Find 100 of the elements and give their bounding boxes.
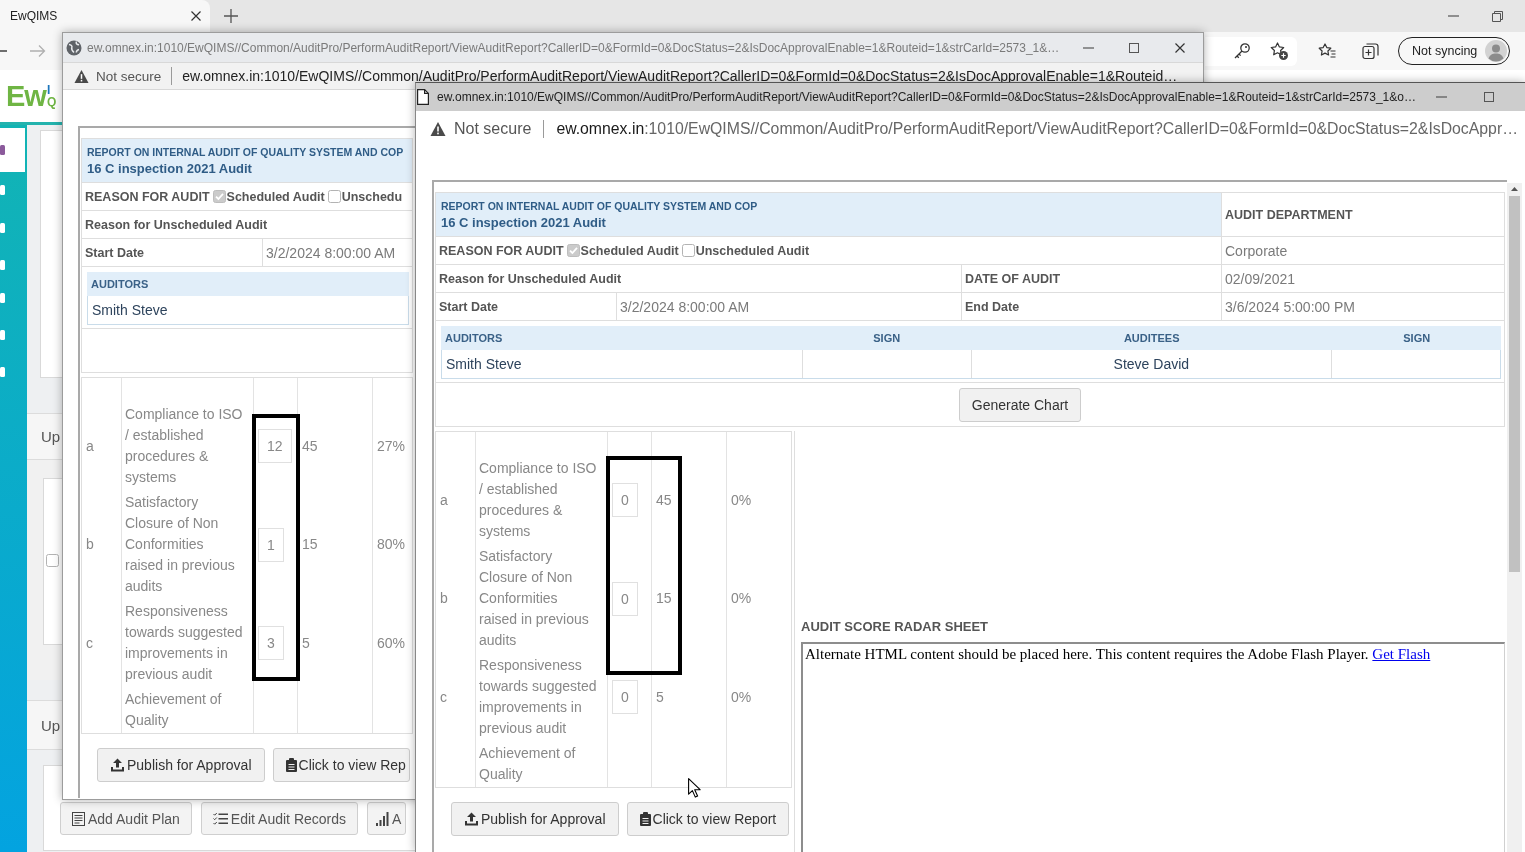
field-label: Start Date: [85, 245, 145, 260]
maximize-icon[interactable]: [1484, 92, 1494, 102]
field-value: 3/2/2024 8:00:00 AM: [266, 244, 396, 261]
menu-glyph-icon[interactable]: [0, 330, 5, 340]
criterion-text: Satisfactory Closure of Non Conformities raised in previous audits: [125, 493, 236, 596]
score-percent: 80%: [377, 535, 406, 554]
score-input[interactable]: 0: [612, 483, 638, 517]
radar-title: AUDIT SCORE RADAR SHEET: [801, 619, 990, 634]
field-value: Corporate: [1225, 242, 1288, 259]
row-letter: b: [440, 589, 448, 608]
score-input[interactable]: 0: [612, 680, 638, 714]
criterion-text: Compliance to ISO / established procedures & systems: [479, 459, 598, 541]
section-title: Up: [41, 428, 61, 445]
new-tab-icon[interactable]: [224, 9, 238, 23]
audit-title: 16 C inspection 2021 Audit: [441, 214, 606, 230]
score-percent: 0%: [731, 687, 752, 707]
view-report-button[interactable]: Click to view Report: [626, 802, 790, 836]
generate-chart-button[interactable]: Generate Chart: [958, 387, 1082, 422]
scroll-up-icon[interactable]: [1511, 187, 1518, 191]
checkbox-label: Scheduled Audit: [580, 243, 679, 258]
max-score: 15: [656, 589, 672, 608]
menu-glyph-icon[interactable]: [0, 293, 5, 303]
checkbox[interactable]: [327, 190, 341, 203]
minimize-icon[interactable]: [1435, 96, 1447, 98]
avatar-icon[interactable]: [1485, 40, 1507, 62]
menu-glyph-icon[interactable]: [0, 145, 5, 155]
person-name: Smith Steve: [446, 356, 522, 372]
globe-icon: [66, 39, 82, 56]
close-icon[interactable]: [191, 11, 201, 21]
row-letter: a: [86, 436, 94, 456]
checkbox[interactable]: [46, 554, 59, 567]
clipboard-icon: [285, 758, 297, 772]
checkbox-label: Unschedu: [341, 189, 403, 204]
minimize-icon[interactable]: [1447, 15, 1459, 17]
max-score: 5: [656, 687, 664, 707]
score-input[interactable]: 0: [612, 581, 638, 616]
chart-button[interactable]: A: [367, 802, 407, 835]
url-text[interactable]: ew.omnex.in:1010/EwQIMS//Common/AuditPro/PerformAuditReport/ViewAuditReport?CallerID=0&FormId=0&DocStatus=2&IsDocApprovalEnable=1&Routeid…: [182, 68, 1178, 84]
checkbox-label: Scheduled Audit: [226, 189, 325, 204]
add-audit-plan-button[interactable]: Add Audit Plan: [60, 802, 192, 835]
column-header: AUDITORS: [445, 332, 503, 344]
field-value: 02/09/2021: [1225, 270, 1296, 287]
restore-icon[interactable]: [1491, 10, 1503, 22]
score-percent: 0%: [731, 490, 752, 510]
publish-button[interactable]: Publish for Approval: [451, 802, 619, 836]
report-heading: REPORT ON INTERNAL AUDIT OF QUALITY SYSTEM AND COP: [87, 145, 404, 158]
forward-arrow-icon[interactable]: [30, 44, 46, 58]
warning-icon: [430, 120, 446, 137]
fallback-message: Alternate HTML content should be placed here. This content requires the Adobe Flash Player. Get Flash: [805, 646, 1432, 663]
maximize-icon[interactable]: [1129, 42, 1139, 53]
score-percent: 60%: [377, 633, 406, 653]
field-label: REASON FOR AUDIT: [85, 189, 210, 204]
star-plus-icon[interactable]: [1270, 42, 1288, 60]
menu-glyph-icon[interactable]: [0, 260, 5, 270]
menu-glyph-icon[interactable]: [0, 185, 5, 195]
address-field[interactable]: [1205, 36, 1297, 66]
sidebar-item[interactable]: [0, 128, 25, 172]
close-icon[interactable]: [1175, 42, 1185, 53]
row-letter: a: [440, 490, 448, 510]
cursor-icon: [688, 778, 701, 798]
max-score: 45: [656, 490, 672, 510]
view-report-button[interactable]: Click to view Rep: [272, 748, 410, 782]
field-label: Start Date: [439, 299, 499, 314]
score-input[interactable]: 12: [258, 429, 292, 463]
publish-button[interactable]: Publish for Approval: [97, 748, 265, 782]
key-icon[interactable]: [1234, 43, 1250, 59]
score-input[interactable]: 3: [258, 626, 284, 660]
url-text[interactable]: ew.omnex.in:1010/EwQIMS//Common/AuditPro/PerformAuditReport/ViewAuditReport?CallerID=0&FormId=0&DocStatus=2&IsDocAppr…: [556, 119, 1518, 138]
checkbox[interactable]: [681, 244, 695, 257]
field-value: 3/6/2024 5:00:00 PM: [1225, 298, 1355, 315]
column-header: SIGN: [873, 332, 901, 344]
get-flash-link[interactable]: Get Flash: [1372, 646, 1431, 662]
checkbox[interactable]: [566, 244, 580, 257]
field-label: DATE OF AUDIT: [965, 271, 1061, 286]
audit-title: 16 C inspection 2021 Audit: [87, 160, 252, 176]
security-label[interactable]: Not secure: [96, 68, 162, 84]
menu-glyph-icon[interactable]: [0, 367, 5, 377]
field-label: REASON FOR AUDIT: [439, 243, 564, 258]
minimize-icon[interactable]: [1082, 46, 1094, 49]
field-label: End Date: [965, 299, 1020, 314]
collections-icon[interactable]: [1362, 42, 1380, 60]
max-score: 5: [302, 633, 310, 653]
security-label[interactable]: Not secure: [454, 119, 532, 138]
scrollbar-thumb[interactable]: [1509, 196, 1520, 572]
checkbox[interactable]: [212, 190, 226, 203]
max-score: 15: [302, 535, 318, 554]
score-input[interactable]: 1: [258, 527, 284, 562]
menu-glyph-icon[interactable]: [0, 223, 5, 233]
favorites-icon[interactable]: [1318, 43, 1336, 59]
field-value: 3/2/2024 8:00:00 AM: [620, 298, 750, 315]
edit-audit-records-button[interactable]: Edit Audit Records: [200, 802, 359, 835]
browser-tab[interactable]: EwQIMS: [0, 0, 210, 32]
report-heading: REPORT ON INTERNAL AUDIT OF QUALITY SYSTEM AND COP: [441, 199, 758, 212]
column-header: SIGN: [1403, 332, 1431, 344]
column-header: AUDITORS: [91, 278, 149, 290]
upload-icon: [464, 812, 479, 826]
section-title: Up: [41, 716, 61, 734]
criterion-text: Responsiveness towards suggested improvements in previous audit: [479, 656, 598, 738]
bar-chart-icon: [376, 811, 390, 826]
clipboard-icon: [639, 812, 651, 826]
